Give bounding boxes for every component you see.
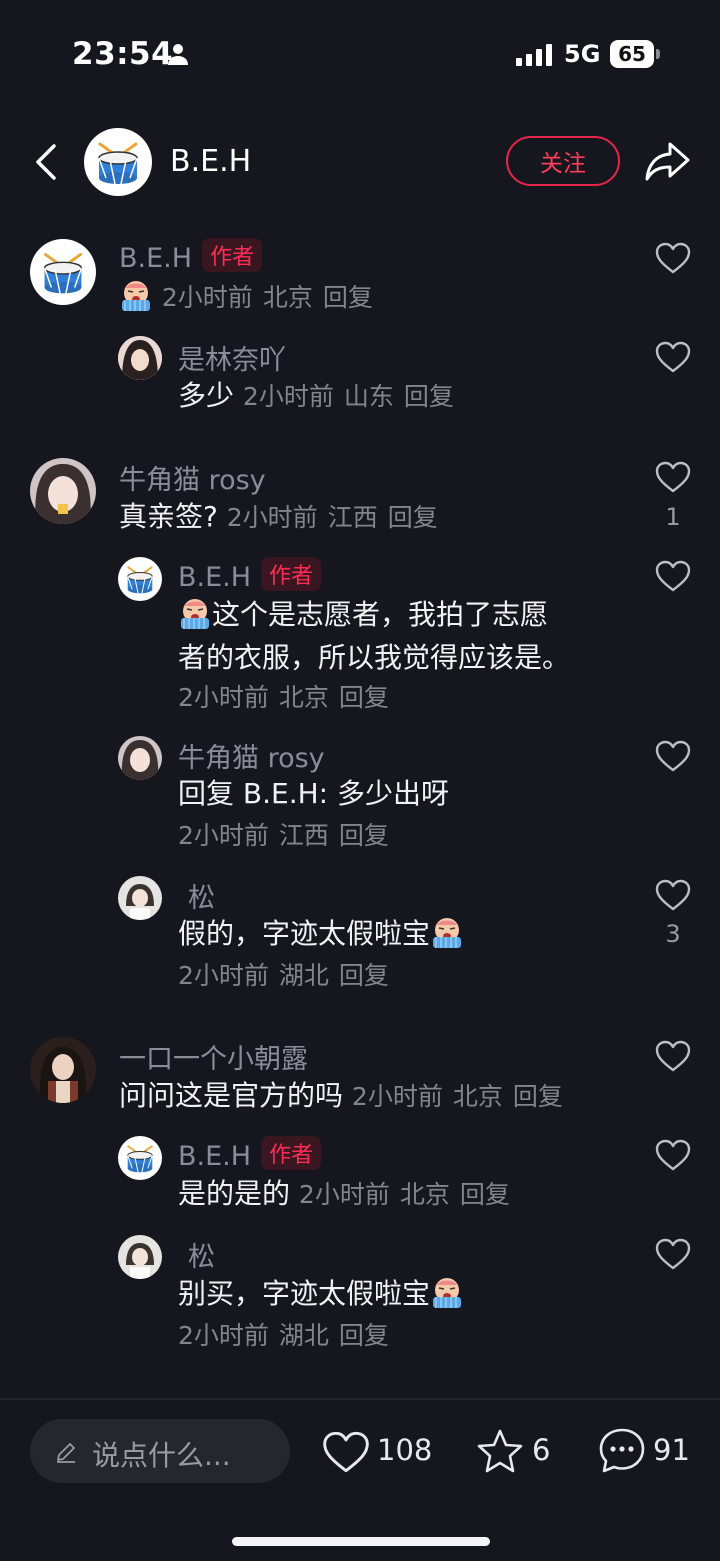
- comment-meta: 2小时前 江西 回复: [226, 503, 438, 532]
- crying-emoji-icon: [119, 278, 153, 312]
- avatar[interactable]: [118, 1136, 162, 1180]
- avatar[interactable]: [118, 876, 162, 920]
- crying-emoji-icon: [178, 596, 212, 630]
- comment-meta: 2小时前 湖北 回复: [178, 961, 389, 990]
- comment-meta: 2小时前 北京 回复: [161, 283, 373, 312]
- network-type: 5G: [564, 40, 601, 68]
- author-badge: 作者: [261, 557, 322, 591]
- reply-button[interactable]: 回复: [460, 1180, 510, 1209]
- comment-meta: 2小时前 江西 回复: [178, 821, 389, 850]
- comment-username[interactable]: B.E.H 作者: [119, 238, 263, 274]
- home-indicator[interactable]: [232, 1537, 490, 1546]
- like-heart-icon[interactable]: [655, 1238, 691, 1270]
- header-username[interactable]: B.E.H: [170, 144, 251, 179]
- comment-username[interactable]: B.E.H 作者: [178, 1136, 322, 1172]
- comment-body: 回复 B.E.H: 多少出呀: [178, 777, 449, 810]
- like-heart-icon[interactable]: [655, 461, 691, 493]
- reply-button[interactable]: 回复: [388, 503, 438, 532]
- comment-body: 问问这是官方的吗 2小时前 北京 回复: [119, 1075, 573, 1118]
- comment-icon[interactable]: [597, 1426, 647, 1476]
- comment-username[interactable]: 牛角猫 rosy: [178, 736, 325, 775]
- signal-icon: [516, 44, 552, 66]
- like-heart-icon[interactable]: [655, 341, 691, 373]
- status-time: 23:54: [72, 36, 174, 72]
- avatar[interactable]: [118, 1235, 162, 1279]
- like-count[interactable]: 108: [377, 1433, 432, 1467]
- comment-meta: 2小时前 山东 回复: [242, 382, 454, 411]
- bottom-divider: [0, 1398, 720, 1400]
- comment-input-placeholder[interactable]: 说点什么...: [92, 1434, 231, 1474]
- like-heart-icon[interactable]: [655, 560, 691, 592]
- comment-username[interactable]: B.E.H 作者: [178, 557, 322, 593]
- pen-icon: [57, 1443, 75, 1463]
- comment-body: 这个是志愿者，我拍了志愿: [178, 594, 548, 636]
- favorite-count[interactable]: 6: [532, 1433, 550, 1467]
- comment-username[interactable]: 是林奈吖: [178, 338, 286, 377]
- reply-button[interactable]: 回复: [339, 821, 389, 850]
- battery-icon: 65: [610, 40, 660, 68]
- comment-meta: 2小时前 北京 回复: [178, 683, 389, 712]
- battery-level: 65: [610, 40, 654, 68]
- reply-button[interactable]: 回复: [339, 683, 389, 712]
- comment-meta: 2小时前 北京 回复: [298, 1180, 510, 1209]
- like-heart-icon[interactable]: [655, 740, 691, 772]
- crying-emoji-icon: [430, 1275, 464, 1309]
- avatar[interactable]: [30, 1037, 96, 1103]
- comment-body-line2: 者的衣服，所以我觉得应该是。: [178, 641, 571, 674]
- avatar[interactable]: [118, 336, 162, 380]
- like-heart-icon[interactable]: [655, 242, 691, 274]
- drum-icon: [98, 142, 138, 185]
- reply-button[interactable]: 回复: [513, 1082, 563, 1111]
- reply-button[interactable]: 回复: [404, 382, 454, 411]
- comment-body: 真亲签? 2小时前 江西 回复: [119, 496, 448, 539]
- avatar[interactable]: [30, 239, 96, 305]
- author-badge: 作者: [261, 1136, 322, 1170]
- avatar[interactable]: [118, 557, 162, 601]
- comment-username[interactable]: 松: [188, 1235, 215, 1274]
- comment-username[interactable]: 一口一个小朝露: [119, 1037, 308, 1076]
- avatar[interactable]: [118, 736, 162, 780]
- star-icon[interactable]: [476, 1428, 524, 1474]
- like-icon[interactable]: [322, 1430, 370, 1474]
- follow-button[interactable]: 关注: [506, 136, 620, 186]
- author-badge: 作者: [202, 238, 263, 272]
- reply-button[interactable]: 回复: [339, 1321, 389, 1350]
- comment-username[interactable]: 牛角猫 rosy: [119, 458, 266, 497]
- comment-body: 2小时前 北京 回复: [119, 276, 383, 319]
- reply-button[interactable]: 回复: [323, 283, 373, 312]
- comment-meta: 2小时前 湖北 回复: [178, 1321, 389, 1350]
- person-icon: [168, 44, 188, 65]
- like-count: 1: [665, 503, 681, 531]
- crying-emoji-icon: [430, 915, 464, 949]
- comment-body: 多少 2小时前 山东 回复: [178, 375, 464, 418]
- share-icon[interactable]: [644, 140, 690, 182]
- comment-body: 是的是的 2小时前 北京 回复: [178, 1173, 520, 1216]
- reply-button[interactable]: 回复: [339, 961, 389, 990]
- comment-body: 假的，字迹太假啦宝: [178, 913, 464, 955]
- comment-meta: 2小时前 北京 回复: [351, 1082, 563, 1111]
- like-heart-icon[interactable]: [655, 879, 691, 911]
- like-heart-icon[interactable]: [655, 1139, 691, 1171]
- like-count: 3: [665, 920, 681, 948]
- back-icon[interactable]: [32, 142, 60, 182]
- comment-body: 别买，字迹太假啦宝: [178, 1273, 464, 1315]
- comment-count[interactable]: 91: [653, 1433, 690, 1467]
- like-heart-icon[interactable]: [655, 1040, 691, 1072]
- header-avatar[interactable]: [84, 128, 152, 196]
- avatar[interactable]: [30, 458, 96, 524]
- comment-username[interactable]: 松: [188, 876, 215, 915]
